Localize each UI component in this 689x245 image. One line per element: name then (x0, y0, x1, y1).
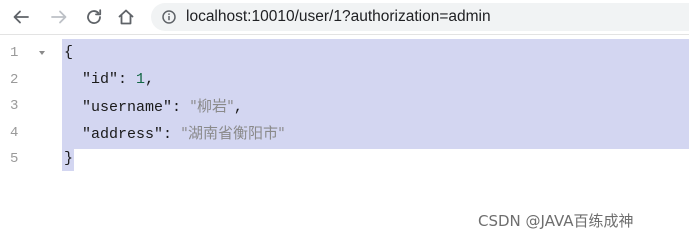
back-button[interactable] (9, 5, 33, 29)
line-number: 3 (10, 98, 19, 114)
home-icon (118, 9, 134, 25)
code-line-1: { (64, 44, 73, 62)
comma: , (233, 99, 243, 116)
reload-icon (87, 9, 102, 24)
forward-button[interactable] (47, 5, 71, 29)
line-number: 5 (10, 151, 19, 167)
reload-button[interactable] (82, 5, 106, 29)
colon: : (163, 126, 182, 143)
close-brace: } (64, 150, 74, 167)
json-value-username: "柳岩" (190, 97, 234, 115)
json-key-address: "address" (82, 126, 164, 143)
code-line-3: "username": "柳岩", (64, 97, 243, 117)
open-brace: { (64, 44, 74, 61)
url-text[interactable]: localhost:10010/user/1?authorization=adm… (186, 7, 491, 27)
line-number: 1 (10, 45, 19, 61)
home-button[interactable] (114, 5, 138, 29)
json-value-id: 1 (136, 71, 146, 88)
arrow-left-icon (13, 10, 29, 24)
json-value-address: "湖南省衡阳市" (181, 124, 285, 142)
browser-toolbar: localhost:10010/user/1?authorization=adm… (0, 0, 689, 35)
line-number-gutter: 1 2 3 4 5 (0, 35, 56, 245)
colon: : (118, 71, 137, 88)
json-key-id: "id" (82, 71, 119, 88)
colon: : (172, 99, 191, 116)
line-number: 2 (10, 72, 19, 88)
info-circle-icon[interactable] (162, 10, 176, 24)
browser-window: localhost:10010/user/1?authorization=adm… (0, 0, 689, 245)
code-line-2: "id": 1, (64, 71, 154, 89)
code-line-5: } (64, 150, 73, 168)
csdn-watermark: CSDN @JAVA百练成神 (478, 212, 634, 230)
line-number: 4 (10, 125, 19, 141)
fold-triangle-icon[interactable] (38, 49, 46, 57)
code-line-4: "address": "湖南省衡阳市" (64, 124, 285, 144)
comma: , (145, 71, 155, 88)
arrow-right-icon (51, 10, 67, 24)
address-bar[interactable]: localhost:10010/user/1?authorization=adm… (151, 3, 689, 31)
json-key-username: "username" (82, 99, 173, 116)
